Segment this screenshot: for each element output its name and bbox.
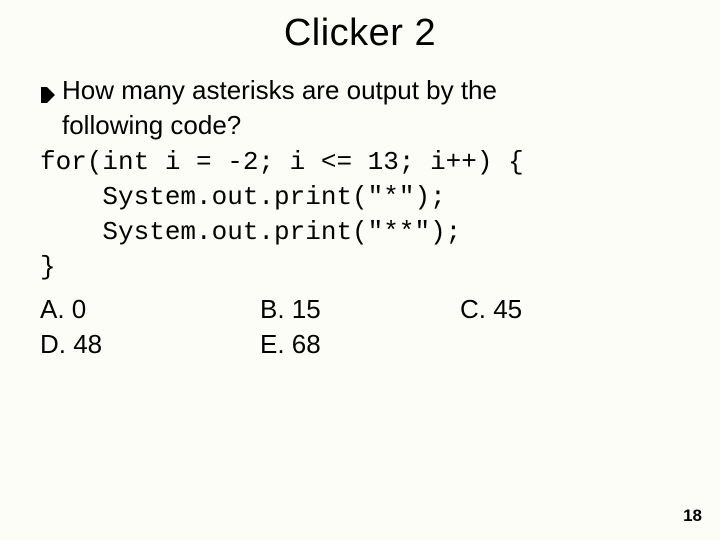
code-line: } bbox=[40, 252, 56, 282]
answer-e: E. 68 bbox=[260, 327, 460, 362]
code-line: System.out.print("*"); bbox=[40, 182, 446, 212]
bullet-icon bbox=[40, 79, 56, 114]
question-text-line2: following code? bbox=[62, 108, 497, 143]
code-block: for(int i = -2; i <= 13; i++) { System.o… bbox=[40, 145, 680, 285]
slide-title: Clicker 2 bbox=[40, 12, 680, 55]
answers: A. 0 B. 15 C. 45 D. 48 E. 68 bbox=[40, 292, 680, 362]
question-block: How many asterisks are output by the fol… bbox=[62, 73, 497, 143]
answer-a: A. 0 bbox=[40, 292, 260, 327]
answers-row-1: A. 0 B. 15 C. 45 bbox=[40, 292, 680, 327]
answers-row-2: D. 48 E. 68 bbox=[40, 327, 680, 362]
answer-b: B. 15 bbox=[260, 292, 460, 327]
code-line: for(int i = -2; i <= 13; i++) { bbox=[40, 147, 524, 177]
answer-d: D. 48 bbox=[40, 327, 260, 362]
slide: Clicker 2 How many asterisks are output … bbox=[0, 0, 720, 540]
question-text-line1: How many asterisks are output by the bbox=[62, 73, 497, 108]
answer-c: C. 45 bbox=[460, 292, 522, 327]
bullet-item: How many asterisks are output by the fol… bbox=[40, 73, 680, 143]
slide-body: How many asterisks are output by the fol… bbox=[40, 73, 680, 362]
page-number: 18 bbox=[683, 506, 702, 526]
code-line: System.out.print("**"); bbox=[40, 217, 461, 247]
